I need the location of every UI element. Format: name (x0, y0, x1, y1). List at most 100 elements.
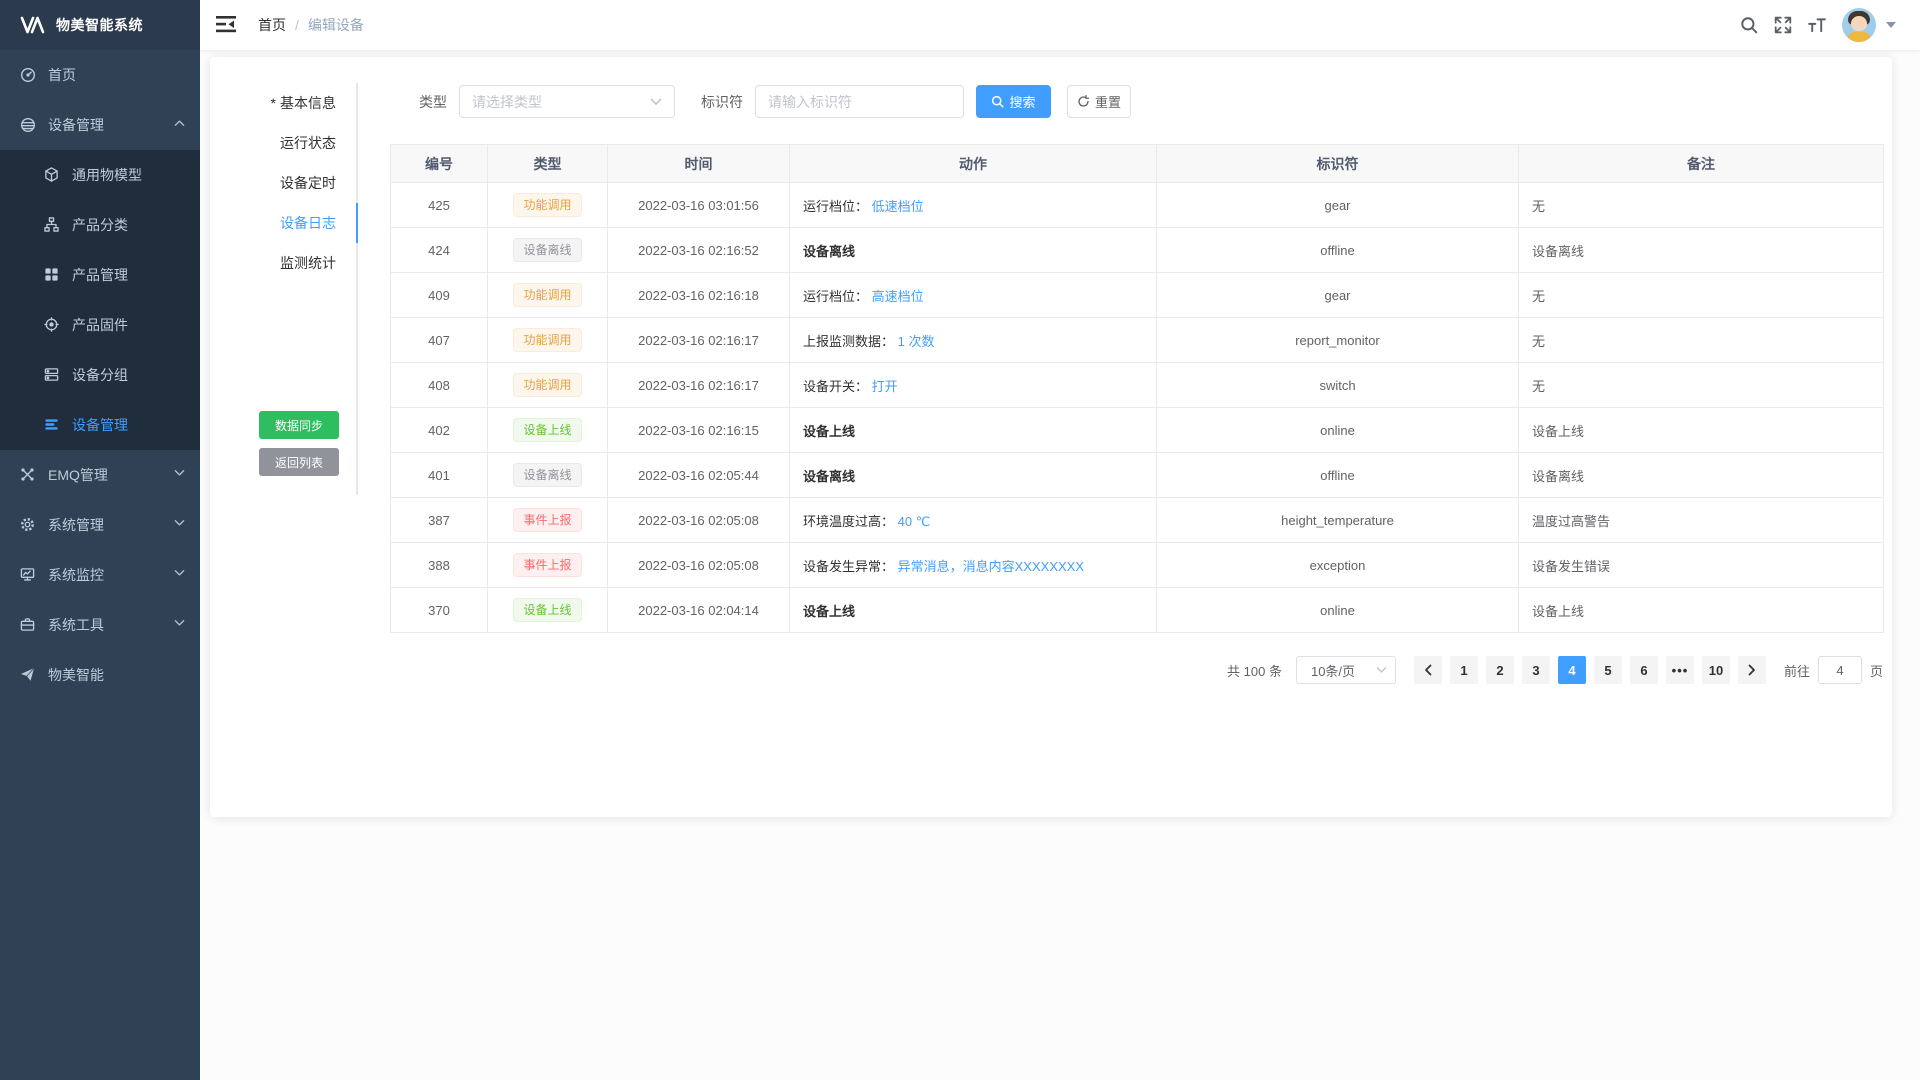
breadcrumb-separator: / (295, 17, 299, 33)
action-link[interactable]: 打开 (872, 379, 898, 394)
sidebar-item-label: 通用物模型 (72, 165, 142, 185)
next-page-button[interactable] (1738, 656, 1766, 684)
cell-identifier: report_monitor (1157, 318, 1519, 363)
tab-监测统计[interactable]: 监测统计 (210, 243, 356, 283)
font-size-icon[interactable] (1808, 16, 1826, 34)
monitor-icon (20, 567, 36, 583)
toolbox-icon (20, 617, 36, 633)
breadcrumb-home[interactable]: 首页 (258, 15, 286, 35)
type-tag: 设备离线 (513, 463, 581, 487)
avatar-face (1851, 16, 1867, 31)
sidebar-item-grid-icon[interactable]: 产品管理 (0, 250, 200, 300)
action-link[interactable]: 1 次数 (898, 334, 935, 349)
sidebar-item-group-icon[interactable]: 设备分组 (0, 350, 200, 400)
search-button[interactable]: 搜索 (976, 85, 1051, 118)
action-link[interactable]: 低速档位 (872, 199, 924, 214)
share-icon (20, 467, 36, 483)
page-size-select[interactable]: 10条/页 (1296, 656, 1396, 684)
sidebar-item-label: 设备管理 (72, 415, 128, 435)
navbar-right (1740, 8, 1920, 42)
table-row: 402设备上线2022-03-16 02:16:15设备上线online设备上线 (391, 408, 1884, 453)
action-link[interactable]: 异常消息，消息内容XXXXXXXX (898, 559, 1084, 574)
sidebar-item-label: 产品分类 (72, 215, 128, 235)
column-header: 时间 (608, 145, 790, 183)
page-button-10[interactable]: 10 (1702, 656, 1730, 684)
sidebar-item-paper-plane-icon[interactable]: 物美智能 (0, 650, 200, 700)
sidebar-item-label: 设备分组 (72, 365, 128, 385)
sidebar-item-gear-icon[interactable]: 系统管理 (0, 500, 200, 550)
reset-button[interactable]: 重置 (1067, 85, 1131, 118)
cell-id: 402 (391, 408, 488, 453)
tab-运行状态[interactable]: 运行状态 (210, 123, 356, 163)
sidebar: 物美智能系统 首页设备管理通用物模型产品分类产品管理产品固件设备分组设备管理EM… (0, 0, 200, 1080)
prev-page-button[interactable] (1414, 656, 1442, 684)
sidebar-item-tree-icon[interactable]: 产品分类 (0, 200, 200, 250)
sidebar-item-dashboard-icon[interactable]: 首页 (0, 50, 200, 100)
sidebar-item-label: 系统管理 (48, 515, 104, 535)
cell-time: 2022-03-16 02:16:15 (608, 408, 790, 453)
action-link[interactable]: 40 ℃ (898, 514, 931, 529)
page-button-5[interactable]: 5 (1594, 656, 1622, 684)
caret-down-icon[interactable] (1886, 22, 1896, 28)
action-label: 运行档位： (803, 289, 868, 304)
sidebar-item-label: 产品管理 (72, 265, 128, 285)
tree-icon (44, 217, 60, 233)
cell-remark: 无 (1519, 318, 1884, 363)
page-button-1[interactable]: 1 (1450, 656, 1478, 684)
page-button-2[interactable]: 2 (1486, 656, 1514, 684)
page-button-3[interactable]: 3 (1522, 656, 1550, 684)
chevron-down-icon (174, 469, 186, 481)
cell-id: 425 (391, 183, 488, 228)
pagination: 共 100 条10条/页123456•••10前往4页 (1227, 656, 1883, 684)
sidebar-item-cube-icon[interactable]: 通用物模型 (0, 150, 200, 200)
cell-identifier: online (1157, 408, 1519, 453)
data-sync-button[interactable]: 数据同步 (259, 411, 339, 439)
identifier-filter-label: 标识符 (701, 92, 743, 112)
app-logo[interactable]: 物美智能系统 (0, 0, 200, 50)
action-link[interactable]: 高速档位 (872, 289, 924, 304)
identifier-input-placeholder: 请输入标识符 (768, 92, 852, 112)
tab-label: 监测统计 (280, 253, 336, 273)
fullscreen-icon[interactable] (1774, 16, 1792, 34)
tab-设备日志[interactable]: 设备日志 (210, 203, 356, 243)
tab-设备定时[interactable]: 设备定时 (210, 163, 356, 203)
tab-基本信息[interactable]: *基本信息 (210, 83, 356, 123)
cell-identifier: gear (1157, 273, 1519, 318)
identifier-input[interactable]: 请输入标识符 (755, 85, 964, 118)
sidebar-item-label: 设备管理 (48, 115, 104, 135)
cell-type: 功能调用 (488, 318, 608, 363)
bars-icon (44, 417, 60, 433)
search-icon[interactable] (1740, 16, 1758, 34)
app-title: 物美智能系统 (56, 15, 143, 35)
type-tag: 设备上线 (513, 598, 581, 622)
cell-identifier: offline (1157, 453, 1519, 498)
more-pages-button[interactable]: ••• (1666, 656, 1694, 684)
table-row: 424设备离线2022-03-16 02:16:52设备离线offline设备离… (391, 228, 1884, 273)
search-icon (991, 95, 1004, 108)
back-to-list-button[interactable]: 返回列表 (259, 448, 339, 476)
sidebar-fold-icon[interactable] (216, 16, 238, 34)
sidebar-item-device-globe-icon[interactable]: 设备管理 (0, 100, 200, 150)
column-header: 类型 (488, 145, 608, 183)
sidebar-item-share-icon[interactable]: EMQ管理 (0, 450, 200, 500)
page-button-4[interactable]: 4 (1558, 656, 1586, 684)
goto-page-input[interactable]: 4 (1818, 656, 1862, 684)
cell-remark: 设备离线 (1519, 453, 1884, 498)
grid-icon (44, 267, 60, 283)
chevron-down-icon (650, 98, 662, 106)
page-button-6[interactable]: 6 (1630, 656, 1658, 684)
sidebar-item-monitor-icon[interactable]: 系统监控 (0, 550, 200, 600)
avatar[interactable] (1842, 8, 1876, 42)
cell-time: 2022-03-16 02:16:18 (608, 273, 790, 318)
column-header: 动作 (790, 145, 1157, 183)
sidebar-item-toolbox-icon[interactable]: 系统工具 (0, 600, 200, 650)
sidebar-item-bars-icon[interactable]: 设备管理 (0, 400, 200, 450)
cell-action: 设备离线 (790, 453, 1157, 498)
tabs-divider (356, 83, 358, 495)
logo-icon (20, 16, 46, 34)
cell-remark: 设备发生错误 (1519, 543, 1884, 588)
type-select[interactable]: 请选择类型 (459, 85, 675, 118)
chevron-up-icon (174, 119, 186, 131)
table-row: 407功能调用2022-03-16 02:16:17上报监测数据： 1 次数re… (391, 318, 1884, 363)
sidebar-item-firmware-icon[interactable]: 产品固件 (0, 300, 200, 350)
